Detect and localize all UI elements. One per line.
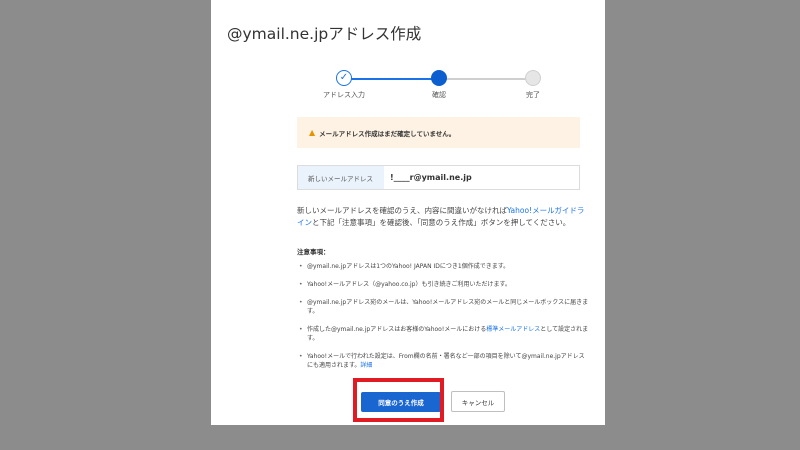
note-text: Yahoo!メールで行われた設定は、From欄の名前・署名など一部の項目を除いて… <box>307 353 585 369</box>
description-text-2: と下記「注意事項」を確認後、「同意のうえ作成」ボタンを押してください。 <box>312 218 571 227</box>
step-label-complete: 完了 <box>526 91 540 99</box>
cancel-button[interactable]: キャンセル <box>451 391 505 412</box>
list-item: Yahoo!メールアドレス（@yahoo.co.jp）も引き続きご利用いただけま… <box>297 280 589 289</box>
progress-stepper: ✓ アドレス入力 確認 完了 <box>211 70 605 110</box>
notes-list: @ymail.ne.jpアドレスは1つのYahoo! JAPAN IDにつき1個… <box>297 262 589 379</box>
step-connector-1 <box>344 78 435 80</box>
step-dot-current <box>431 70 447 86</box>
list-item: Yahoo!メールで行われた設定は、From欄の名前・署名など一部の項目を除いて… <box>297 352 589 370</box>
notes-title: 注意事項： <box>297 248 330 256</box>
warning-icon: ▲ <box>309 128 316 137</box>
warning-alert: ▲ メールアドレス作成はまだ確定していません。 <box>297 117 580 148</box>
address-label: 新しいメールアドレス <box>298 166 384 189</box>
list-item: @ymail.ne.jpアドレス宛のメールは、Yahoo!メールアドレス宛のメー… <box>297 298 589 316</box>
step-label-input: アドレス入力 <box>323 91 365 99</box>
list-item: @ymail.ne.jpアドレスは1つのYahoo! JAPAN IDにつき1個… <box>297 262 589 271</box>
main-panel: @ymail.ne.jpアドレス作成 ✓ アドレス入力 確認 完了 ▲ メールア… <box>211 0 605 425</box>
alert-text: メールアドレス作成はまだ確定していません。 <box>319 129 456 138</box>
details-link[interactable]: 詳細 <box>360 362 372 369</box>
confirmation-description: 新しいメールアドレスを確認のうえ、内容に間違いがなければYahoo!メールガイド… <box>297 205 587 229</box>
step-connector-2 <box>443 78 533 80</box>
checkmark-icon: ✓ <box>336 70 352 86</box>
highlight-box <box>353 378 444 422</box>
step-label-confirm: 確認 <box>432 91 446 99</box>
list-item: 作成した@ymail.ne.jpアドレスはお客様のYahoo!メールにおける標準… <box>297 325 589 343</box>
new-address-display: 新しいメールアドレス !____r@ymail.ne.jp <box>297 165 580 190</box>
standard-address-link[interactable]: 標準メールアドレス <box>486 326 540 333</box>
page-title: @ymail.ne.jpアドレス作成 <box>227 25 422 43</box>
step-dot-pending <box>525 70 541 86</box>
note-text: 作成した@ymail.ne.jpアドレスはお客様のYahoo!メールにおける <box>307 326 487 333</box>
description-text-1: 新しいメールアドレスを確認のうえ、内容に間違いがなければ <box>297 206 507 215</box>
address-value: !____r@ymail.ne.jp <box>390 173 472 182</box>
